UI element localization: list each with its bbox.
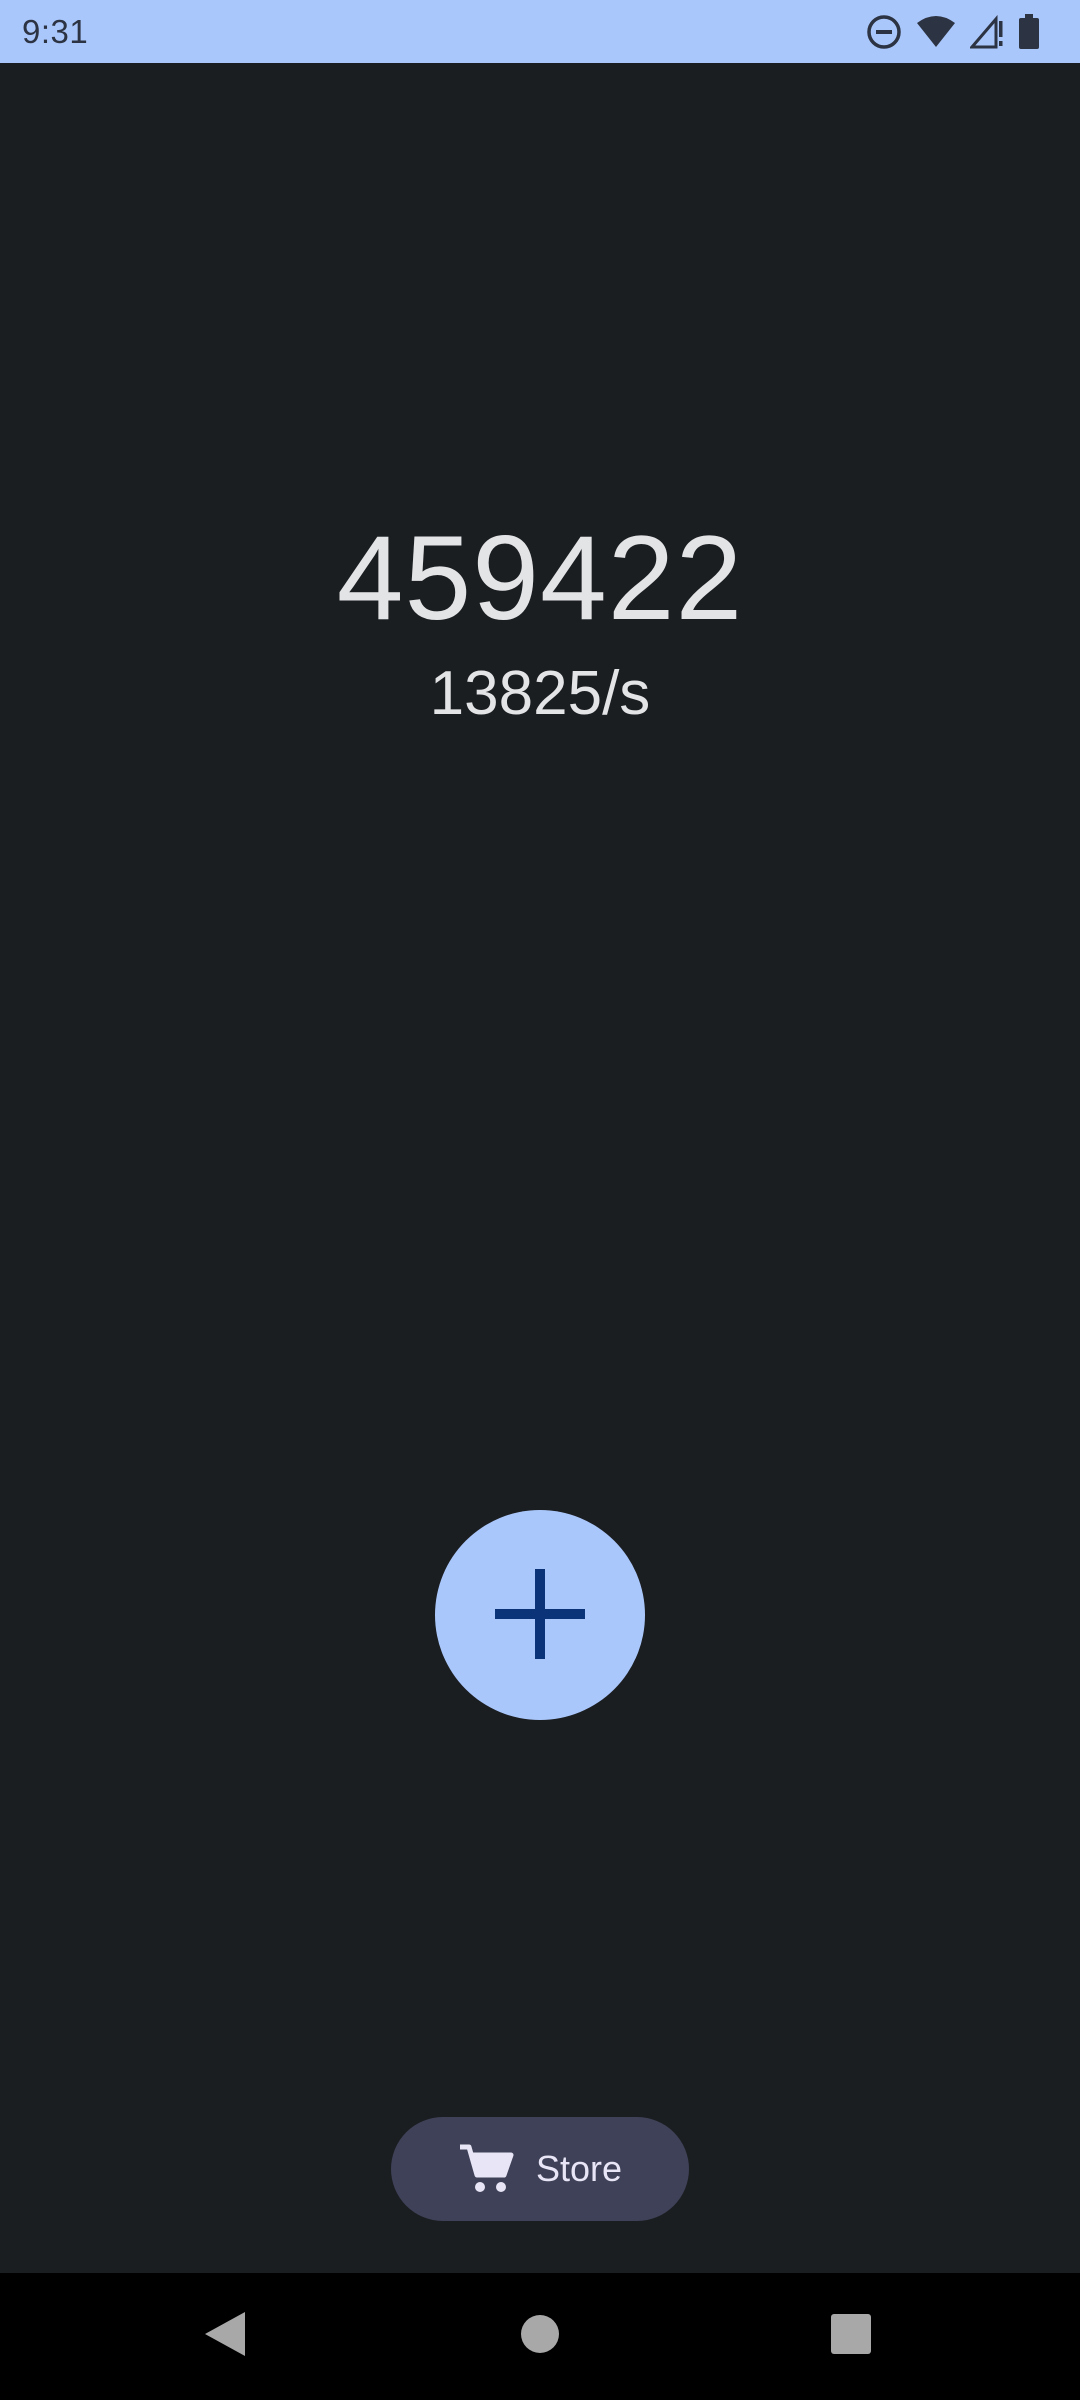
wifi-icon [916, 15, 956, 49]
add-button[interactable] [435, 1510, 645, 1720]
battery-icon [1018, 13, 1040, 50]
home-button[interactable] [460, 2273, 620, 2400]
back-button[interactable] [145, 2273, 305, 2400]
score-counter: 459422 [336, 511, 744, 645]
cart-icon [458, 2143, 514, 2195]
navigation-bar [0, 2273, 1080, 2400]
do-not-disturb-icon [866, 14, 902, 50]
status-icons [866, 13, 1040, 50]
store-button[interactable]: Store [391, 2117, 689, 2221]
cellular-signal-icon [970, 14, 1004, 49]
home-icon [520, 2314, 560, 2359]
recents-icon [830, 2313, 872, 2360]
status-time: 9:31 [22, 12, 89, 50]
recents-button[interactable] [771, 2273, 931, 2400]
plus-icon [495, 1568, 585, 1662]
rate-per-second: 13825/s [429, 659, 651, 728]
status-bar: 9:31 [0, 0, 1080, 63]
app-content: 459422 13825/s Store [0, 63, 1080, 2273]
store-label: Store [535, 2148, 623, 2189]
back-icon [203, 2310, 247, 2363]
